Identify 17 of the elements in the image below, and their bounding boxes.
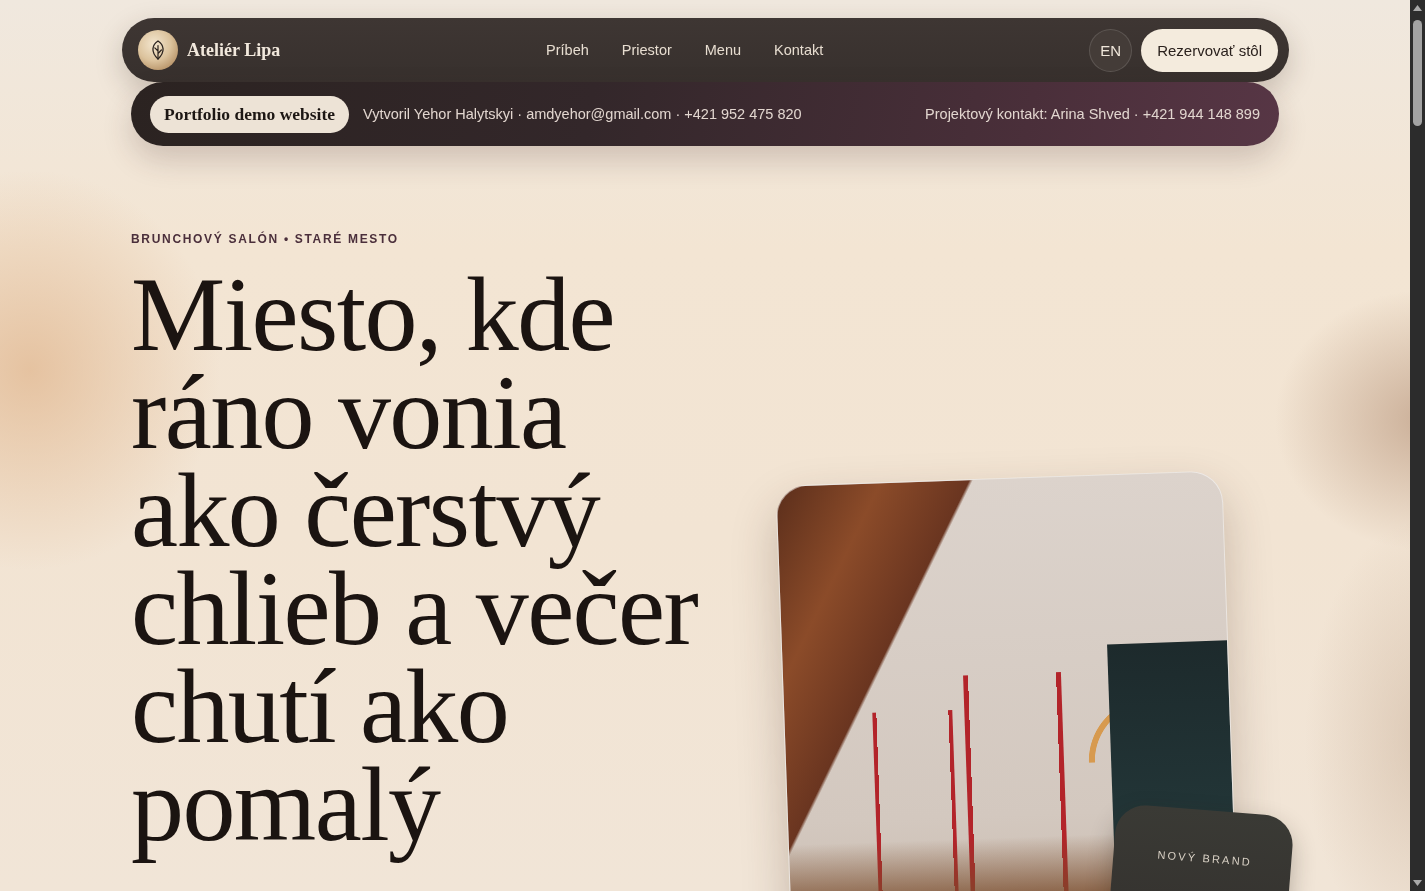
portfolio-badge: Portfolio demo website [150, 95, 350, 133]
card-label: NOVÝ BRAND [1157, 848, 1253, 868]
scrollbar-thumb[interactable] [1413, 20, 1422, 126]
author-contact-text: Vytvoril Yehor Halytskyi · amdyehor@gmail.com · +421 952 475 820 [363, 106, 802, 122]
hero-headline: Miesto, kde ráno vonia ako čerstvý chlieb a večer chutí ako pomalý [131, 255, 698, 865]
nav-link[interactable]: Príbeh [546, 42, 589, 58]
language-button[interactable]: EN [1089, 28, 1133, 72]
scroll-down-icon[interactable] [1413, 880, 1422, 886]
nav-link[interactable]: Priestor [621, 42, 672, 58]
nav-link[interactable]: Menu [704, 42, 742, 58]
hero-eyebrow: BRUNCHOVÝ SALÓN • STARÉ MESTO [131, 232, 399, 246]
scroll-up-icon[interactable] [1413, 5, 1422, 11]
brand-name[interactable]: Ateliér Lipa [187, 39, 281, 61]
project-contact-text: Projektový kontakt: Arina Shved · +421 944 148 899 [925, 106, 1260, 122]
reserve-table-button[interactable]: Rezervovať stôl [1141, 28, 1278, 72]
nav-link[interactable]: Kontakt [774, 42, 824, 58]
leaf-icon [138, 30, 178, 70]
